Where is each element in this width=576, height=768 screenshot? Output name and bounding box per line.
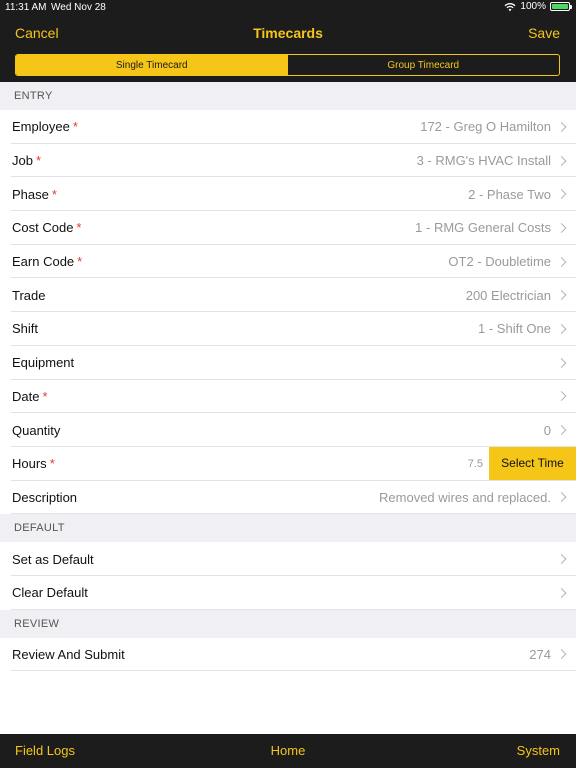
row-hours: Hours * 7.5 Select Time — [0, 446, 576, 481]
status-date: Wed Nov 28 — [51, 2, 106, 13]
row-job[interactable]: Job * 3 - RMG's HVAC Install — [0, 144, 576, 178]
chevron-right-icon — [556, 121, 567, 132]
row-set-as-default[interactable]: Set as Default — [0, 542, 576, 576]
chevron-right-icon — [556, 425, 567, 435]
row-review-and-submit[interactable]: Review And Submit 274 — [0, 638, 576, 672]
row-employee[interactable]: Employee * 172 - Greg O Hamilton — [0, 110, 576, 144]
system-button[interactable]: System — [517, 743, 560, 758]
row-equipment[interactable]: Equipment — [0, 346, 576, 380]
required-marker: * — [51, 186, 57, 202]
row-label: Phase * — [12, 186, 57, 202]
row-date[interactable]: Date * — [0, 380, 576, 414]
row-value: 2 - Phase Two — [468, 186, 551, 202]
chevron-right-icon — [556, 256, 567, 267]
chevron-right-icon — [556, 391, 567, 402]
required-marker: * — [49, 456, 55, 472]
battery-percent: 100% — [520, 1, 546, 12]
row-label: Shift — [12, 321, 39, 337]
row-label: Set as Default — [12, 551, 94, 567]
chevron-right-icon — [556, 324, 567, 334]
row-label: Trade — [12, 287, 46, 303]
row-label: Hours * — [12, 456, 55, 472]
row-description[interactable]: Description Removed wires and replaced. — [0, 481, 576, 515]
row-clear-default[interactable]: Clear Default — [0, 576, 576, 610]
row-label: Quantity — [12, 422, 61, 438]
required-marker: * — [72, 119, 78, 135]
row-earn-code[interactable]: Earn Code * OT2 - Doubletime — [0, 245, 576, 279]
cancel-button[interactable]: Cancel — [15, 25, 59, 41]
required-marker: * — [42, 388, 48, 404]
app-window: 11:31 AM Wed Nov 28 100% Cancel Timecard… — [0, 0, 576, 768]
row-value: 1 - Shift One — [478, 321, 551, 337]
field-logs-button[interactable]: Field Logs — [15, 743, 75, 758]
row-quantity[interactable]: Quantity 0 — [0, 413, 576, 447]
chevron-right-icon — [556, 587, 567, 598]
required-marker: * — [77, 254, 83, 270]
chevron-right-icon — [556, 357, 567, 368]
row-shift[interactable]: Shift 1 - Shift One — [0, 312, 576, 346]
status-right: 100% — [504, 1, 572, 12]
page-title: Timecards — [253, 25, 323, 41]
chevron-right-icon — [556, 155, 567, 166]
navigation-bar: Cancel Timecards Save Single Timecard Gr… — [0, 15, 576, 82]
row-label: Cost Code * — [12, 220, 82, 236]
segment-group-timecard[interactable]: Group Timecard — [288, 55, 560, 75]
timecard-form: ENTRY Employee * 172 - Greg O Hamilton Jo… — [0, 82, 576, 734]
quantity-input[interactable]: 0 — [544, 423, 551, 438]
section-header-default: DEFAULT — [0, 514, 576, 543]
bottom-toolbar: Field Logs Home System — [0, 734, 576, 768]
chevron-right-icon — [556, 554, 567, 565]
status-bar: 11:31 AM Wed Nov 28 100% — [0, 0, 576, 15]
row-value: 274 — [529, 646, 551, 662]
row-trade[interactable]: Trade 200 Electrician — [0, 278, 576, 312]
required-marker: * — [35, 153, 42, 169]
chevron-right-icon — [556, 492, 567, 503]
home-button[interactable]: Home — [271, 743, 306, 758]
hours-input[interactable]: 7.5 — [468, 458, 483, 470]
chevron-right-icon — [556, 290, 567, 301]
battery-icon — [550, 2, 572, 11]
chevron-right-icon — [556, 222, 567, 233]
row-label: Review And Submit — [12, 646, 125, 662]
row-label: Employee * — [12, 119, 78, 135]
row-label: Earn Code * — [12, 254, 83, 270]
row-value: Removed wires and replaced. — [379, 489, 551, 505]
wifi-icon — [504, 2, 516, 11]
row-label: Date * — [12, 388, 48, 404]
chevron-right-icon — [556, 649, 567, 660]
row-label: Description — [12, 489, 78, 505]
section-header-entry: ENTRY — [0, 82, 576, 110]
row-label: Clear Default — [12, 585, 88, 601]
row-cost-code[interactable]: Cost Code * 1 - RMG General Costs — [0, 211, 576, 245]
select-time-button[interactable]: Select Time — [489, 446, 576, 480]
section-header-review: REVIEW — [0, 609, 576, 638]
row-label: Job * — [12, 153, 42, 169]
required-marker: * — [76, 220, 82, 236]
status-time: 11:31 AM — [5, 2, 47, 13]
row-value: 3 - RMG's HVAC Install — [416, 153, 551, 169]
row-value: 200 Electrician — [465, 287, 551, 303]
home-button-wrapper: Home — [0, 743, 576, 758]
chevron-right-icon — [556, 189, 567, 200]
segment-single-timecard[interactable]: Single Timecard — [16, 55, 288, 75]
row-label: Equipment — [12, 355, 75, 371]
row-value: 1 - RMG General Costs — [415, 220, 551, 236]
timecard-type-segmented-control: Single Timecard Group Timecard — [15, 54, 560, 76]
row-phase[interactable]: Phase * 2 - Phase Two — [0, 177, 576, 211]
row-value: OT2 - Doubletime — [448, 254, 551, 270]
save-button[interactable]: Save — [528, 25, 560, 41]
row-value: 172 - Greg O Hamilton — [420, 119, 551, 135]
